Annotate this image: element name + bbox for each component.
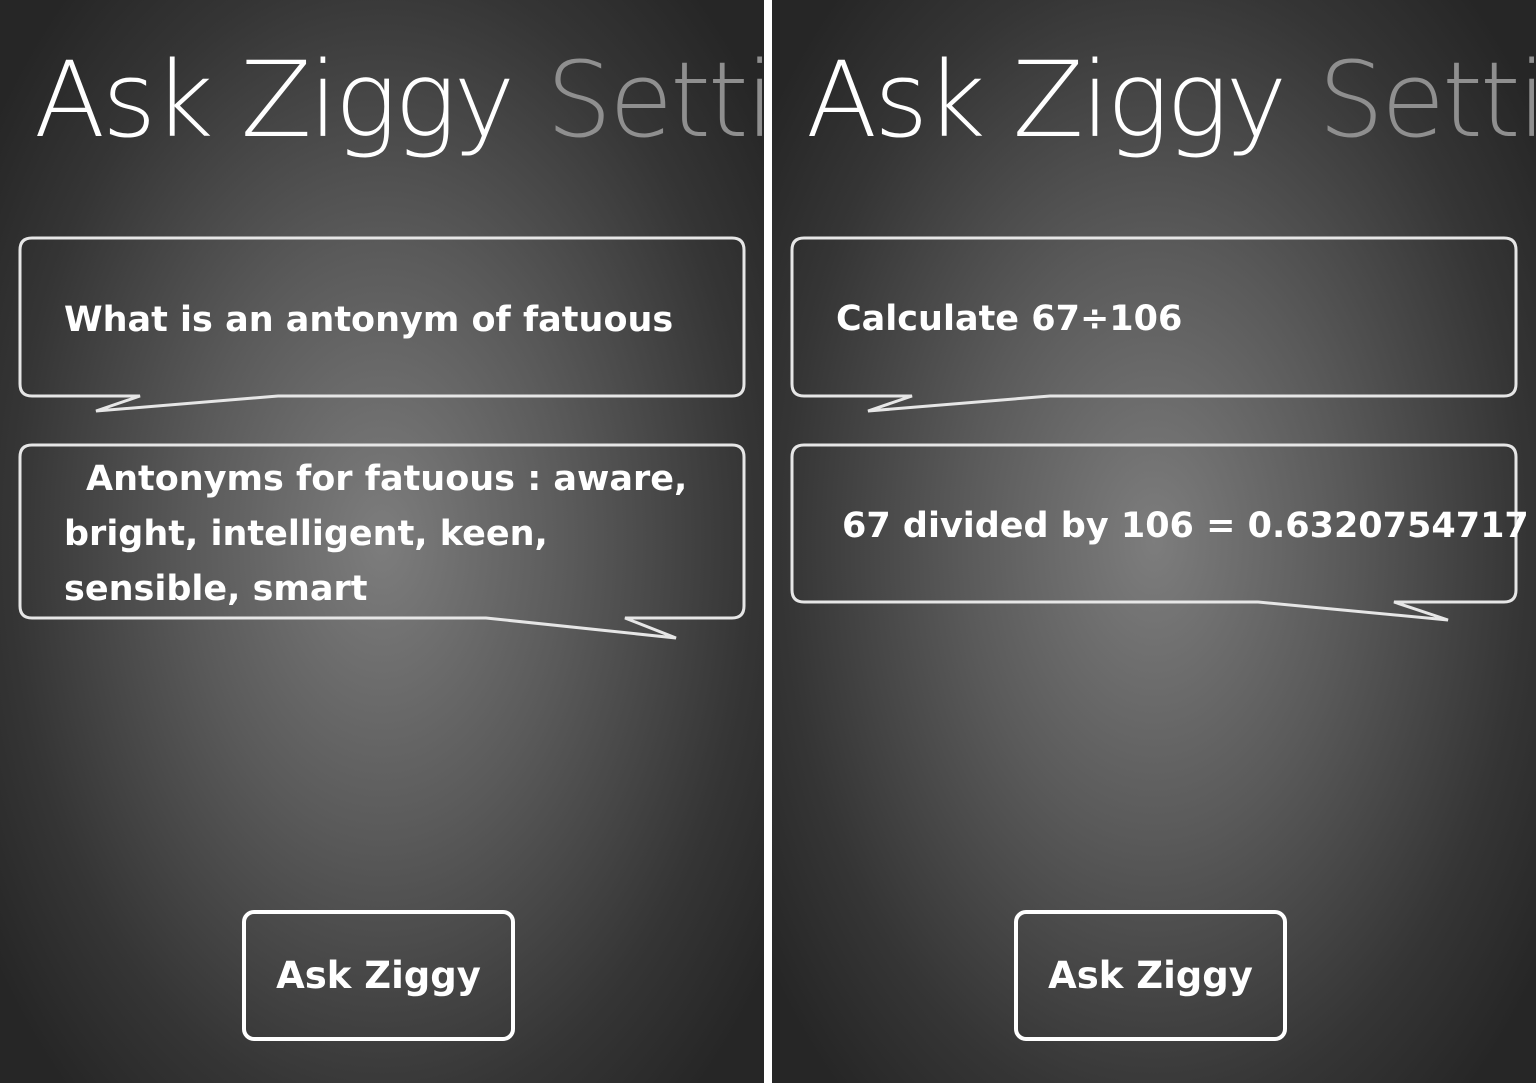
ask-ziggy-button[interactable]: Ask Ziggy (1014, 910, 1287, 1041)
pivot-tab-settings[interactable]: Setti (1318, 39, 1536, 161)
pivot-header: Ask Ziggy Setti (806, 30, 1536, 170)
question-text: Calculate 67÷106 (836, 299, 1183, 339)
screen-divider (764, 0, 772, 1083)
ask-ziggy-screen-left: Ask Ziggy Setti What is an antonym of fat… (0, 0, 764, 1083)
answer-text: 67 divided by 106 = 0.6320754717 (842, 506, 1529, 546)
pivot-tab-ask-ziggy[interactable]: Ask Ziggy (34, 39, 515, 161)
pivot-header: Ask Ziggy Setti (34, 30, 764, 170)
question-text: What is an antonym of fatuous (64, 300, 674, 340)
ask-ziggy-button[interactable]: Ask Ziggy (242, 910, 515, 1041)
ask-ziggy-screen-right: Ask Ziggy Setti Calculate 67÷106 67 divid… (772, 0, 1536, 1083)
pivot-tab-ask-ziggy[interactable]: Ask Ziggy (806, 39, 1287, 161)
answer-text: Antonyms for fatuous : aware, bright, in… (64, 459, 688, 609)
pivot-tab-settings[interactable]: Setti (546, 39, 764, 161)
